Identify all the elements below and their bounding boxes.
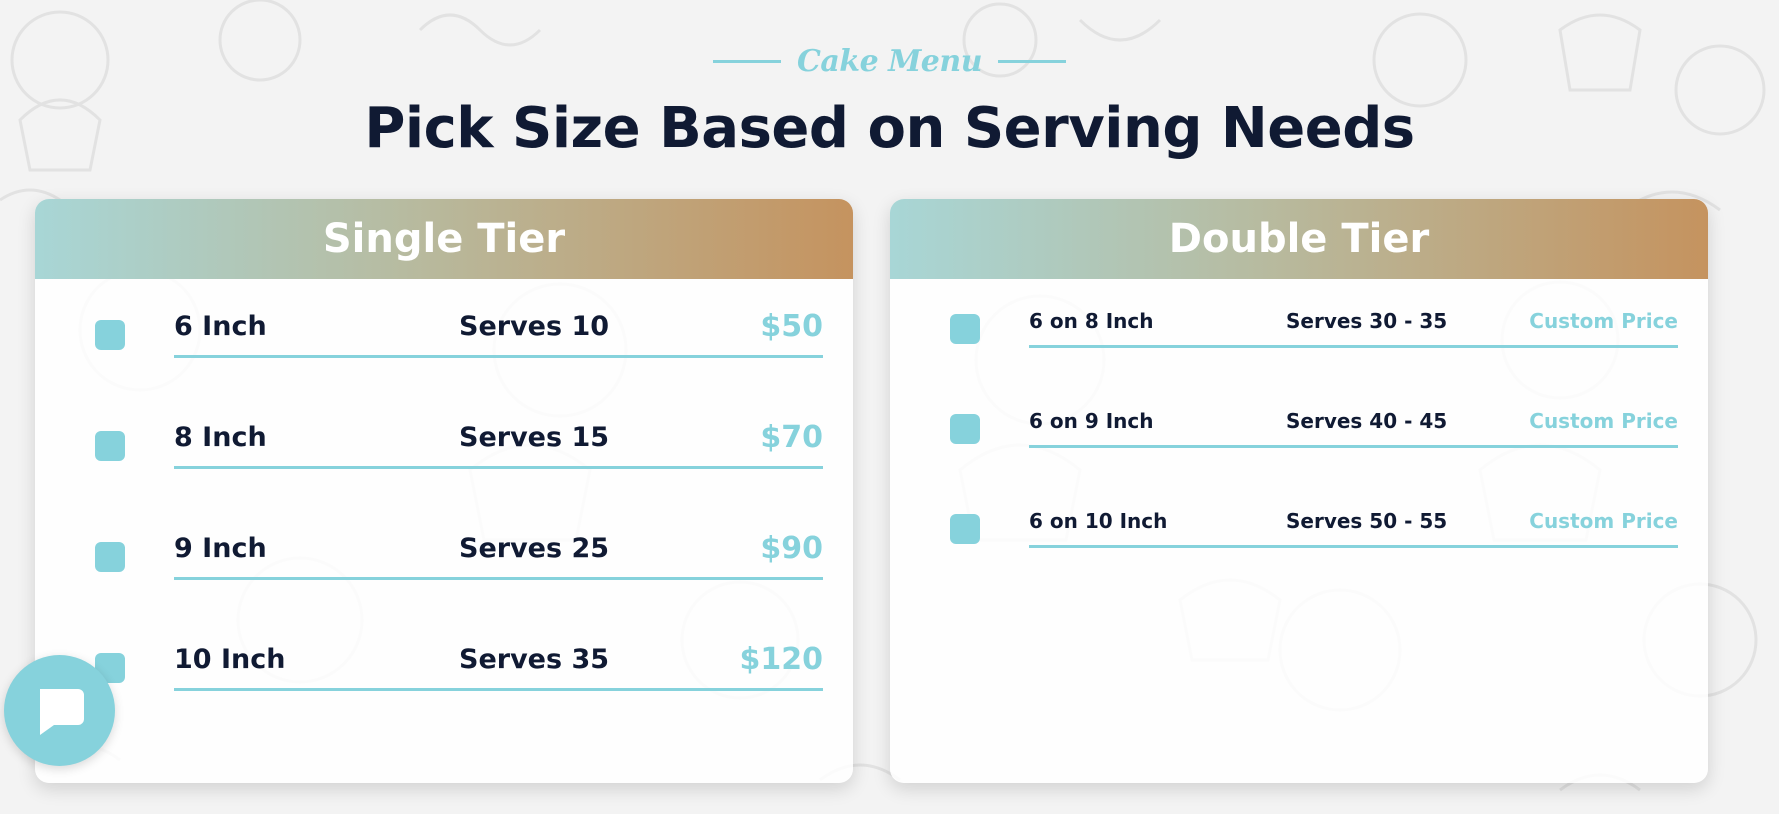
single-tier-card: Single Tier 6 Inch Serves 10 $50 8 Inch … xyxy=(35,199,853,783)
item-price: $120 xyxy=(739,642,824,677)
double-tier-list: 6 on 8 Inch Serves 30 - 35 Custom Price … xyxy=(890,279,1708,579)
list-item: 8 Inch Serves 15 $70 xyxy=(65,390,823,501)
bullet-square-icon xyxy=(950,514,980,544)
item-size: 6 on 10 Inch xyxy=(1029,509,1168,533)
bullet-square-icon xyxy=(95,542,125,572)
chat-bubble-icon xyxy=(39,688,84,735)
item-divider xyxy=(174,466,823,469)
item-divider xyxy=(174,688,823,691)
item-divider xyxy=(1029,445,1678,448)
list-item: 6 on 9 Inch Serves 40 - 45 Custom Price xyxy=(920,379,1678,479)
item-serves: Serves 15 xyxy=(459,422,610,453)
double-tier-header: Double Tier xyxy=(890,199,1708,279)
bullet-square-icon xyxy=(950,414,980,444)
list-item: 9 Inch Serves 25 $90 xyxy=(65,501,823,612)
item-divider xyxy=(1029,345,1678,348)
item-size: 9 Inch xyxy=(174,533,267,564)
page-title: Pick Size Based on Serving Needs xyxy=(364,96,1415,161)
item-serves: Serves 40 - 45 xyxy=(1286,409,1448,433)
item-price: Custom Price xyxy=(1529,309,1678,333)
bullet-square-icon xyxy=(95,431,125,461)
item-divider xyxy=(174,355,823,358)
item-divider xyxy=(174,577,823,580)
bullet-square-icon xyxy=(95,320,125,350)
chat-button[interactable] xyxy=(4,655,115,766)
item-size: 6 on 9 Inch xyxy=(1029,409,1154,433)
item-price: Custom Price xyxy=(1529,509,1678,533)
item-serves: Serves 50 - 55 xyxy=(1286,509,1448,533)
bullet-square-icon xyxy=(950,314,980,344)
eyebrow-text: Cake Menu xyxy=(796,44,983,79)
list-item: 10 Inch Serves 35 $120 xyxy=(65,612,823,723)
item-price: $50 xyxy=(760,309,823,344)
eyebrow-rule-left xyxy=(712,60,781,63)
item-size: 10 Inch xyxy=(174,644,286,675)
item-size: 6 Inch xyxy=(174,311,267,342)
item-size: 8 Inch xyxy=(174,422,267,453)
single-tier-header: Single Tier xyxy=(35,199,853,279)
list-item: 6 on 10 Inch Serves 50 - 55 Custom Price xyxy=(920,479,1678,579)
item-serves: Serves 10 xyxy=(459,311,610,342)
item-price: $90 xyxy=(760,531,823,566)
list-item: 6 on 8 Inch Serves 30 - 35 Custom Price xyxy=(920,279,1678,379)
item-serves: Serves 35 xyxy=(459,644,610,675)
item-price: Custom Price xyxy=(1529,409,1678,433)
section-eyebrow: Cake Menu xyxy=(0,44,1779,79)
item-size: 6 on 8 Inch xyxy=(1029,309,1154,333)
double-tier-card: Double Tier 6 on 8 Inch Serves 30 - 35 C… xyxy=(890,199,1708,783)
item-price: $70 xyxy=(760,420,823,455)
single-tier-list: 6 Inch Serves 10 $50 8 Inch Serves 15 $7… xyxy=(35,279,853,723)
eyebrow-rule-right xyxy=(998,60,1067,63)
item-serves: Serves 30 - 35 xyxy=(1286,309,1448,333)
list-item: 6 Inch Serves 10 $50 xyxy=(65,279,823,390)
item-serves: Serves 25 xyxy=(459,533,610,564)
item-divider xyxy=(1029,545,1678,548)
